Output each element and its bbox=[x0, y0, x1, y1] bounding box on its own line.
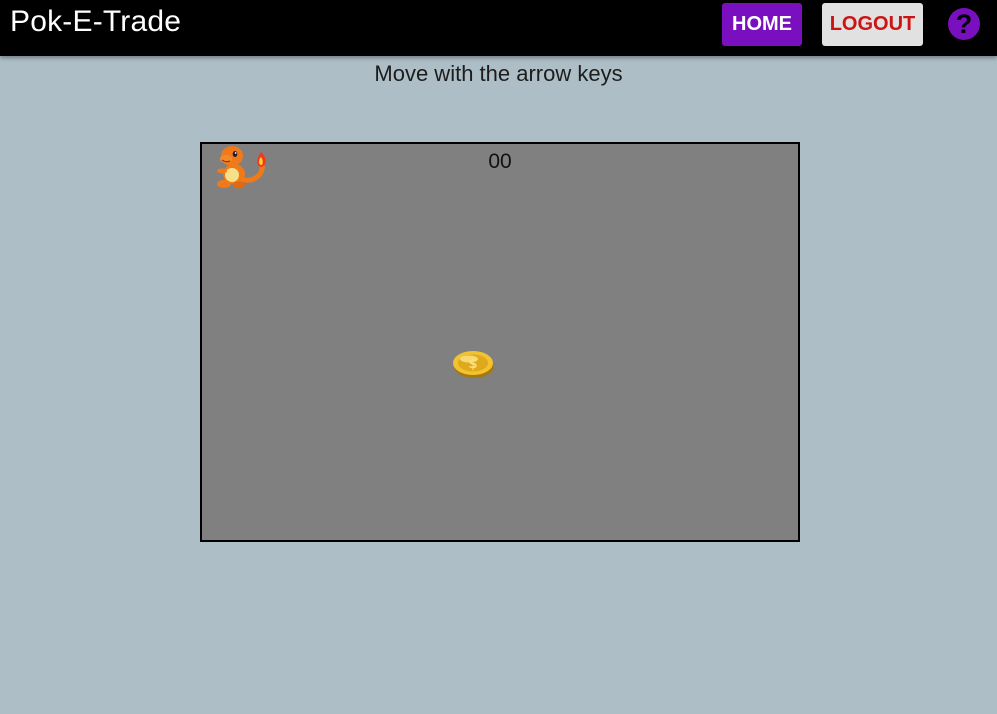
score-counter: 00 bbox=[488, 150, 512, 173]
instructions-text: Move with the arrow keys bbox=[374, 61, 623, 86]
svg-text:$: $ bbox=[468, 357, 477, 372]
navbar: Pok-E-Trade HOME LOGOUT ? bbox=[0, 0, 997, 56]
home-button[interactable]: HOME bbox=[722, 3, 802, 46]
charmander-sprite bbox=[217, 146, 266, 189]
help-icon[interactable]: ? bbox=[948, 8, 980, 40]
gold-coin-icon: $ bbox=[453, 351, 494, 378]
logout-button[interactable]: LOGOUT bbox=[822, 3, 923, 46]
brand-title[interactable]: Pok-E-Trade bbox=[10, 4, 181, 40]
game-canvas[interactable]: 00 $ bbox=[200, 142, 800, 542]
